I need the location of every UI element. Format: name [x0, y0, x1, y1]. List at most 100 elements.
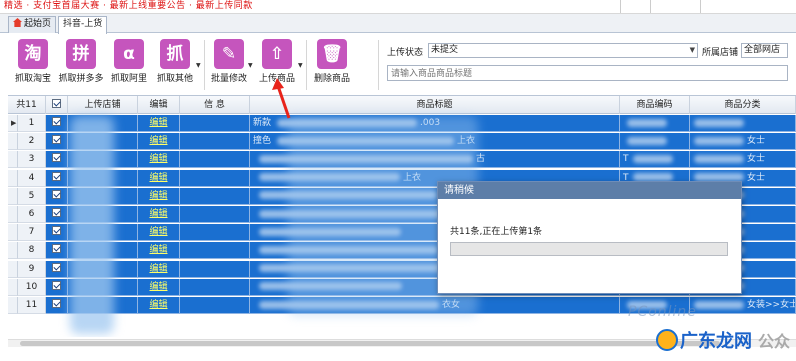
grab-pinduoduo-button[interactable]: 拼 抓取拼多多 [58, 38, 104, 92]
edit-link[interactable]: 编辑 [149, 264, 167, 274]
batch-edit-button[interactable]: ✎ 批量修改 [208, 38, 250, 92]
edit-link[interactable]: 编辑 [149, 282, 167, 292]
tab-strip: 起始页 抖音-上货 [0, 14, 796, 34]
row-checkbox[interactable] [46, 242, 68, 260]
chevron-down-icon[interactable]: ▼ [298, 62, 304, 69]
redacted-text [694, 300, 744, 309]
column-header-info[interactable]: 信 息 [180, 96, 250, 114]
row-header: ▶ [8, 115, 18, 132]
row-checkbox[interactable] [46, 224, 68, 242]
product-code [620, 118, 623, 128]
delete-products-button[interactable]: 🗑 删除商品 [311, 38, 353, 92]
info-cell [180, 206, 250, 223]
edit-cell: 编辑 [138, 224, 180, 242]
product-category: 女士 [747, 136, 766, 147]
grab-taobao-button[interactable]: 淘 抓取淘宝 [12, 38, 54, 92]
checkbox-icon [52, 189, 61, 199]
store-label: 所属店铺 [702, 48, 739, 58]
row-checkbox[interactable] [46, 151, 68, 169]
checkbox-icon [52, 299, 61, 308]
checkbox-icon [52, 171, 61, 181]
checkbox-icon [52, 99, 61, 108]
edit-cell: 编辑 [138, 133, 180, 151]
chevron-down-icon[interactable]: ▼ [196, 62, 202, 69]
row-header [8, 133, 18, 151]
row-checkbox[interactable] [46, 297, 68, 314]
scrollbar-thumb[interactable] [20, 341, 720, 346]
select-all-checkbox[interactable] [46, 96, 68, 114]
info-cell [180, 242, 250, 260]
edit-link[interactable]: 编辑 [149, 173, 167, 183]
button-label: 删除商品 [313, 74, 350, 84]
product-category [744, 118, 747, 128]
checkbox-icon [52, 117, 61, 126]
checkbox-icon [52, 226, 61, 236]
product-category [744, 282, 747, 292]
dialog-title: 请稍候 [438, 182, 741, 199]
code-cell [620, 133, 690, 151]
redacted-text [694, 118, 744, 127]
edit-cell: 编辑 [138, 297, 180, 314]
grab-icon: 抓 [160, 39, 190, 69]
edit-link[interactable]: 编辑 [149, 191, 167, 201]
tab-label: 抖音-上货 [63, 19, 103, 29]
grid-header: 共11 上传店铺 编辑 信 息 商品标题 商品编码 商品分类 [8, 96, 796, 114]
notice-text: 精选 · 支付宝首届大赛 · 最新上线重要公告 · 最新上传同款 [4, 1, 253, 11]
column-header-store[interactable]: 上传店铺 [68, 96, 138, 114]
row-header [8, 206, 18, 223]
edit-cell: 编辑 [138, 187, 180, 205]
chevron-down-icon: ▼ [689, 46, 695, 54]
product-title: 新款 [253, 118, 272, 128]
tab-home[interactable]: 起始页 [8, 16, 57, 33]
product-category [744, 227, 747, 237]
product-category [744, 209, 747, 219]
row-count-header: 共11 [8, 96, 46, 114]
code-cell: T [620, 151, 690, 169]
chevron-down-icon[interactable]: ▼ [248, 62, 254, 69]
row-checkbox[interactable] [46, 115, 68, 132]
search-input[interactable] [387, 65, 788, 81]
row-header [8, 260, 18, 278]
info-cell [180, 187, 250, 205]
edit-link[interactable]: 编辑 [149, 245, 167, 255]
row-checkbox[interactable] [46, 206, 68, 223]
row-checkbox[interactable] [46, 169, 68, 187]
edit-cell: 编辑 [138, 169, 180, 187]
column-header-category[interactable]: 商品分类 [690, 96, 796, 114]
product-title: 撞色 [253, 136, 272, 147]
upload-products-button[interactable]: ⇧ 上传商品 [256, 38, 298, 92]
edit-link[interactable]: 编辑 [149, 136, 167, 146]
column-header-code[interactable]: 商品编码 [620, 96, 690, 114]
column-header-title[interactable]: 商品标题 [250, 96, 620, 114]
store-select[interactable]: 全部网店 [741, 43, 788, 58]
toolbar: 淘 抓取淘宝 拼 抓取拼多多 α 抓取阿里 抓 抓取其他 ▼ ✎ 批量修改 ▼ … [8, 36, 788, 94]
edit-link[interactable]: 编辑 [149, 300, 167, 310]
row-header [8, 278, 18, 296]
product-title [250, 191, 253, 201]
taobao-icon: 淘 [18, 39, 48, 69]
edit-link[interactable]: 编辑 [149, 209, 167, 219]
please-wait-dialog: 请稍候 共11条,正在上传第1条 [437, 181, 742, 294]
row-checkbox[interactable] [46, 278, 68, 296]
row-number: 11 [18, 297, 46, 314]
row-checkbox[interactable] [46, 260, 68, 278]
tab-douyin-upload[interactable]: 抖音-上货 [58, 16, 108, 34]
grab-other-button[interactable]: 抓 抓取其他 [154, 38, 196, 92]
product-code [620, 136, 623, 146]
edit-link[interactable]: 编辑 [149, 227, 167, 237]
column-header-edit[interactable]: 编辑 [138, 96, 180, 114]
alibaba-icon: α [114, 39, 144, 69]
product-title [250, 245, 253, 255]
product-title [250, 173, 253, 183]
topbar-divider [620, 0, 621, 13]
row-checkbox[interactable] [46, 133, 68, 151]
row-checkbox[interactable] [46, 187, 68, 205]
info-cell [180, 169, 250, 187]
edit-cell: 编辑 [138, 278, 180, 296]
upload-status-select[interactable]: 未提交 ▼ [428, 43, 698, 58]
row-number: 7 [18, 224, 46, 242]
edit-link[interactable]: 编辑 [149, 154, 167, 164]
edit-link[interactable]: 编辑 [149, 118, 167, 128]
product-title [250, 209, 253, 219]
checkbox-icon [52, 135, 61, 145]
